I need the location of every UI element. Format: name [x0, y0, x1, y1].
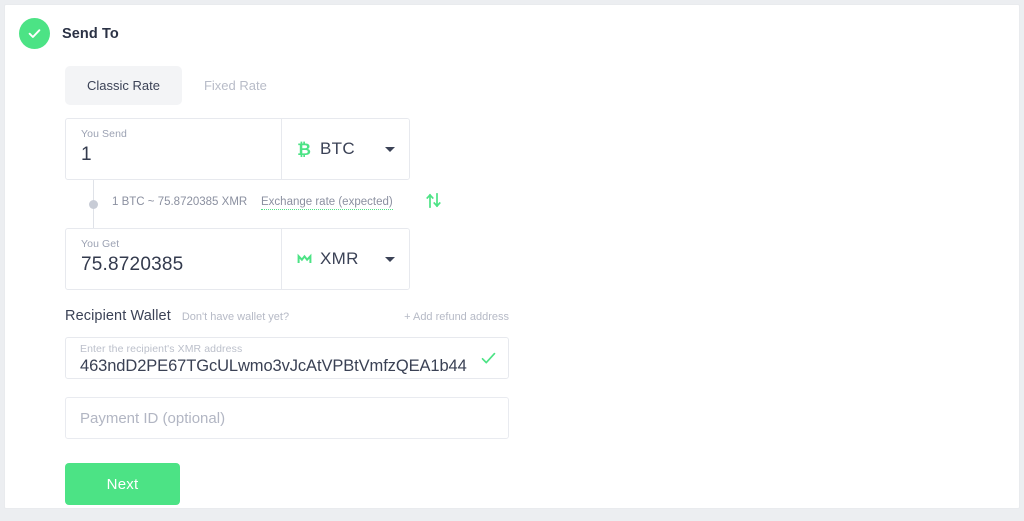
rate-tab-bar: Classic Rate Fixed Rate [65, 66, 289, 105]
recipient-address-label: Enter the recipient's XMR address [80, 343, 243, 355]
rate-connector-dot [89, 200, 98, 209]
you-get-input[interactable] [81, 251, 281, 279]
rate-line: 1 BTC ~ 75.8720385 XMR Exchange rate (ex… [65, 180, 441, 228]
recipient-wallet-section: Recipient Wallet Don't have wallet yet? … [65, 308, 509, 439]
you-send-label: You Send [81, 128, 127, 140]
send-currency-selector[interactable]: ₿ BTC [281, 119, 409, 179]
recipient-address-field[interactable]: Enter the recipient's XMR address [65, 337, 509, 379]
get-currency-code: XMR [320, 249, 359, 268]
you-get-field[interactable]: You Get [66, 229, 281, 289]
you-send-input[interactable] [81, 141, 281, 169]
step-header: Send To [19, 18, 119, 49]
exchange-rate-link[interactable]: Exchange rate (expected) [261, 196, 393, 210]
you-get-label: You Get [81, 238, 120, 250]
get-currency-selector[interactable]: XMR [281, 229, 409, 289]
page-title: Send To [62, 25, 119, 42]
chevron-down-icon [385, 146, 395, 152]
green-checkmark-icon [479, 349, 498, 373]
you-send-row: You Send ₿ BTC [65, 118, 410, 180]
payment-id-input[interactable] [80, 409, 494, 427]
you-get-row: You Get XMR [65, 228, 410, 290]
tab-fixed-rate[interactable]: Fixed Rate [182, 66, 289, 105]
you-send-field[interactable]: You Send [66, 119, 281, 179]
chevron-down-icon [385, 256, 395, 262]
recipient-wallet-header: Recipient Wallet Don't have wallet yet? … [65, 308, 509, 328]
next-button[interactable]: Next [65, 463, 180, 505]
exchange-block: You Send ₿ BTC 1 BTC ~ 75.8720385 XMR Ex… [65, 118, 441, 290]
check-circle-icon [19, 18, 50, 49]
swap-currencies-button[interactable] [420, 189, 446, 215]
tab-classic-rate[interactable]: Classic Rate [65, 66, 182, 105]
recipient-address-input[interactable] [80, 355, 474, 377]
no-wallet-link[interactable]: Don't have wallet yet? [182, 311, 289, 323]
exchange-rate-text: 1 BTC ~ 75.8720385 XMR [112, 196, 248, 208]
send-to-card: Send To Classic Rate Fixed Rate You Send… [4, 4, 1020, 509]
monero-icon [296, 252, 312, 267]
recipient-wallet-title: Recipient Wallet [65, 308, 171, 324]
bitcoin-icon: ₿ [297, 139, 311, 159]
add-refund-address-link[interactable]: + Add refund address [404, 311, 509, 323]
swap-vertical-arrows-icon [424, 191, 443, 213]
payment-id-field[interactable] [65, 397, 509, 439]
send-currency-code: BTC [320, 139, 355, 158]
